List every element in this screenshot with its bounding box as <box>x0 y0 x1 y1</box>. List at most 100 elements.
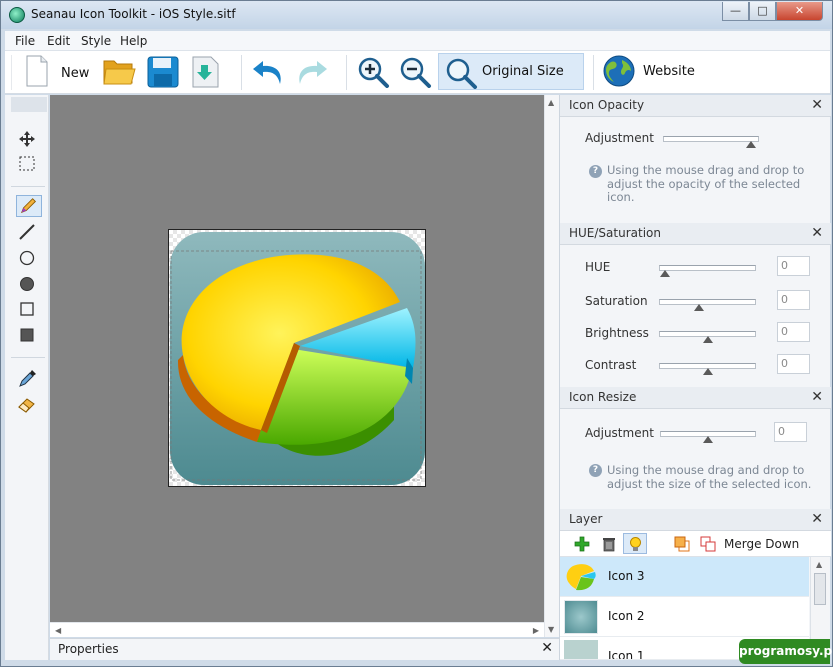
merge-down-button[interactable]: Merge Down <box>700 533 820 555</box>
icon-canvas[interactable] <box>168 229 426 487</box>
hue-value-field[interactable]: 0 <box>777 256 810 276</box>
layer-row-icon-2[interactable]: Icon 2 <box>560 597 809 637</box>
menu-edit[interactable]: Edit <box>47 34 70 48</box>
layer-toolbar: Merge Down <box>560 531 831 557</box>
saturation-slider[interactable] <box>659 299 756 311</box>
canvas-vertical-scrollbar[interactable]: ▲ ▼ <box>544 95 559 637</box>
brightness-slider[interactable] <box>659 331 756 343</box>
export-icon[interactable] <box>191 56 221 88</box>
contrast-label: Contrast <box>585 358 637 372</box>
resize-value-field[interactable]: 0 <box>774 422 807 442</box>
move-tool-icon[interactable] <box>15 128 39 150</box>
title-bar: Seanau Icon Toolkit - iOS Style.sitf — □… <box>1 1 832 29</box>
close-button[interactable]: ✕ <box>776 2 823 21</box>
brightness-value-field[interactable]: 0 <box>777 322 810 342</box>
line-tool-icon[interactable] <box>15 221 39 243</box>
brightness-label: Brightness <box>585 326 649 340</box>
redo-icon[interactable] <box>295 57 329 87</box>
hue-slider-thumb[interactable] <box>660 270 670 277</box>
eyedropper-icon[interactable] <box>15 367 39 389</box>
opacity-help-icon: ? <box>589 165 602 178</box>
contrast-slider-thumb[interactable] <box>702 368 713 375</box>
layer-thumbnail <box>564 600 598 634</box>
properties-close-icon[interactable]: ✕ <box>541 640 553 656</box>
opacity-slider[interactable] <box>663 136 759 148</box>
merge-down-label: Merge Down <box>724 537 800 551</box>
layer-row-icon-3[interactable]: Icon 3 <box>560 557 809 597</box>
eraser-icon[interactable] <box>15 393 39 415</box>
menu-file[interactable]: File <box>15 34 35 48</box>
zoom-out-icon[interactable] <box>398 56 432 88</box>
adjustments-panel: Icon Opacity ✕ Adjustment ? Using the mo… <box>559 95 831 660</box>
globe-icon <box>603 55 635 87</box>
layer-thumbnail <box>566 564 596 591</box>
zoom-fit-icon <box>446 58 477 89</box>
menu-help[interactable]: Help <box>120 34 147 48</box>
add-layer-icon[interactable] <box>574 536 590 552</box>
properties-title: Properties <box>58 642 119 656</box>
menu-bar: File Edit Style Help <box>5 31 830 51</box>
hue-panel-close-icon[interactable]: ✕ <box>811 225 823 241</box>
maximize-button[interactable]: □ <box>749 2 776 21</box>
resize-slider-thumb[interactable] <box>703 436 713 443</box>
resize-slider[interactable] <box>660 431 756 443</box>
canvas-area[interactable] <box>50 95 544 622</box>
tools-panel <box>5 95 49 660</box>
pencil-tool-button[interactable] <box>16 195 42 217</box>
opacity-panel-header: Icon Opacity ✕ <box>560 95 831 117</box>
lightbulb-icon <box>630 537 641 551</box>
pie-chart-artwork <box>170 232 425 485</box>
contrast-slider[interactable] <box>659 363 756 375</box>
scroll-left-icon[interactable]: ◀ <box>55 626 61 635</box>
duplicate-layer-icon[interactable] <box>674 536 690 552</box>
properties-panel-header[interactable]: Properties ✕ <box>50 638 559 660</box>
rectangle-tool-icon[interactable] <box>15 298 39 320</box>
ellipse-tool-icon[interactable] <box>15 247 39 269</box>
scroll-down-icon[interactable]: ▼ <box>548 625 554 634</box>
hue-slider[interactable] <box>659 265 756 277</box>
delete-layer-icon[interactable] <box>601 536 617 552</box>
website-button[interactable]: Website <box>601 53 711 90</box>
contrast-value-field[interactable]: 0 <box>777 354 810 374</box>
main-toolbar: New Original Size Website <box>5 51 830 94</box>
filled-ellipse-tool-icon[interactable] <box>15 273 39 295</box>
brightness-slider-thumb[interactable] <box>702 336 713 343</box>
opacity-panel-title: Icon Opacity <box>569 98 645 112</box>
resize-panel-title: Icon Resize <box>569 390 637 404</box>
resize-adjustment-label: Adjustment <box>585 426 654 440</box>
save-icon[interactable] <box>147 56 179 88</box>
resize-panel-close-icon[interactable]: ✕ <box>811 389 823 405</box>
original-size-button[interactable]: Original Size <box>438 53 584 90</box>
minimize-button[interactable]: — <box>722 2 749 21</box>
undo-icon[interactable] <box>251 57 285 87</box>
open-folder-icon[interactable] <box>102 57 136 87</box>
layer-name: Icon 2 <box>608 609 645 623</box>
layer-panel-header: Layer ✕ <box>560 509 831 531</box>
original-size-label: Original Size <box>482 64 564 79</box>
watermark-logo: programosy.pl <box>739 639 833 664</box>
layer-visibility-toggle[interactable] <box>623 533 647 554</box>
scroll-right-icon[interactable]: ▶ <box>533 626 539 635</box>
opacity-slider-thumb[interactable] <box>746 141 757 148</box>
hue-label: HUE <box>585 260 611 274</box>
pencil-icon <box>20 198 37 214</box>
panel-grip[interactable] <box>11 97 47 112</box>
scroll-up-icon[interactable]: ▲ <box>548 98 554 107</box>
hue-panel-header: HUE/Saturation ✕ <box>560 223 831 245</box>
saturation-value-field[interactable]: 0 <box>777 290 810 310</box>
opacity-adjustment-label: Adjustment <box>585 131 654 145</box>
layer-panel-close-icon[interactable]: ✕ <box>811 511 823 527</box>
layer-scroll-up-icon[interactable]: ▲ <box>816 560 822 569</box>
zoom-in-icon[interactable] <box>356 56 390 88</box>
saturation-slider-thumb[interactable] <box>694 304 704 311</box>
canvas-horizontal-scrollbar[interactable]: ◀ ▶ <box>50 622 544 637</box>
filled-rectangle-tool-icon[interactable] <box>15 324 39 346</box>
resize-help-text: Using the mouse drag and drop to adjust … <box>607 463 812 491</box>
new-button[interactable]: New <box>23 54 93 90</box>
opacity-panel-close-icon[interactable]: ✕ <box>811 97 823 113</box>
merge-down-icon <box>700 536 716 552</box>
menu-style[interactable]: Style <box>81 34 111 48</box>
layer-scroll-thumb[interactable] <box>814 573 826 605</box>
new-label: New <box>61 66 90 81</box>
marquee-select-icon[interactable] <box>15 153 39 175</box>
